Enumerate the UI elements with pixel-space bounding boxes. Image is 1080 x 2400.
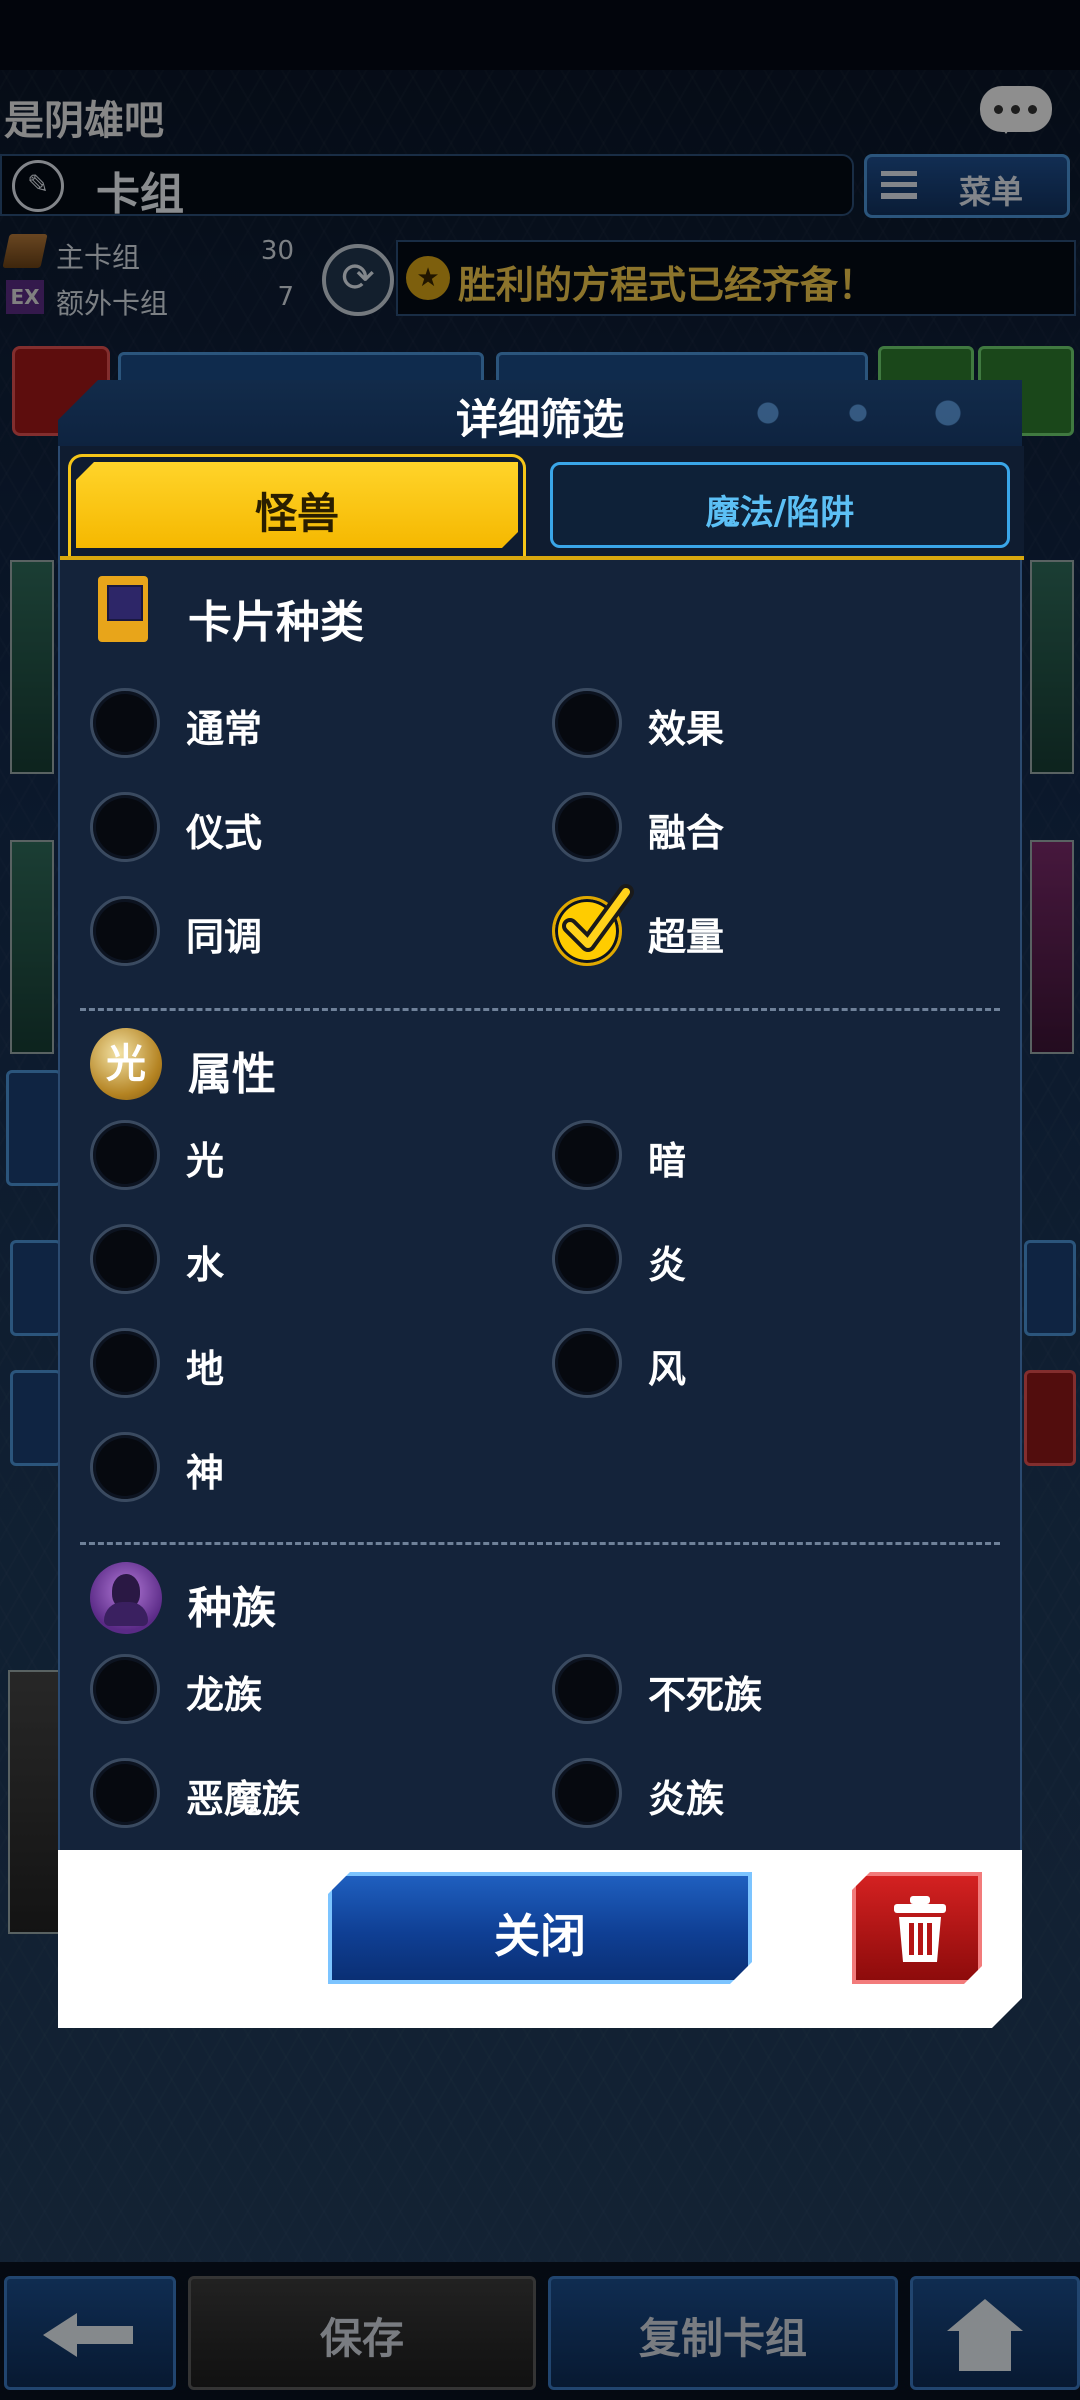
radio-wind[interactable] — [552, 1328, 622, 1398]
option-synchro-label: 同调 — [186, 915, 263, 959]
radio-zombie[interactable] — [552, 1654, 622, 1724]
option-ritual-label: 仪式 — [186, 811, 263, 855]
option-earth[interactable]: 地 — [90, 1326, 490, 1406]
close-button[interactable]: 关闭 — [328, 1872, 752, 1984]
dialog-title: 详细筛选 — [455, 395, 624, 444]
radio-water[interactable] — [90, 1224, 160, 1294]
dialog-body: 怪兽 魔法/陷阱 卡片种类 通常 效果 仪式 融合 同调 超量 光 属性 光 暗… — [58, 446, 1024, 1850]
option-ritual[interactable]: 仪式 — [90, 790, 490, 870]
tab-monster[interactable]: 怪兽 — [76, 462, 518, 548]
option-dark-label: 暗 — [648, 1139, 687, 1183]
option-pyro-label: 炎族 — [648, 1777, 725, 1821]
option-effect[interactable]: 效果 — [552, 686, 952, 766]
trash-icon — [894, 1896, 946, 1962]
clear-filter-button[interactable] — [852, 1872, 982, 1984]
radio-normal[interactable] — [90, 688, 160, 758]
option-fiend-label: 恶魔族 — [186, 1777, 301, 1821]
option-zombie[interactable]: 不死族 — [552, 1652, 952, 1732]
radio-fiend[interactable] — [90, 1758, 160, 1828]
detail-filter-dialog: 详细筛选 怪兽 魔法/陷阱 卡片种类 通常 效果 仪式 融合 同调 超量 光 属… — [58, 380, 1024, 2028]
tab-spell-trap-label: 魔法/陷阱 — [705, 493, 855, 533]
option-pyro[interactable]: 炎族 — [552, 1756, 952, 1836]
option-wind[interactable]: 风 — [552, 1326, 952, 1406]
tab-monster-label: 怪兽 — [254, 489, 339, 538]
section-divider — [80, 1008, 1000, 1011]
radio-pyro[interactable] — [552, 1758, 622, 1828]
dialog-header: 详细筛选 — [58, 380, 1022, 446]
option-synchro[interactable]: 同调 — [90, 894, 490, 974]
radio-light[interactable] — [90, 1120, 160, 1190]
radio-ritual[interactable] — [90, 792, 160, 862]
radio-fusion[interactable] — [552, 792, 622, 862]
section-race-title: 种族 — [188, 1583, 276, 1634]
option-xyz-label: 超量 — [648, 915, 725, 959]
radio-earth[interactable] — [90, 1328, 160, 1398]
option-normal-label: 通常 — [186, 707, 263, 751]
option-divine-label: 神 — [186, 1451, 225, 1495]
option-fusion[interactable]: 融合 — [552, 790, 952, 870]
radio-effect[interactable] — [552, 688, 622, 758]
option-light-label: 光 — [186, 1139, 225, 1183]
radio-divine[interactable] — [90, 1432, 160, 1502]
section-card-type-title: 卡片种类 — [188, 597, 364, 648]
tab-spell-trap[interactable]: 魔法/陷阱 — [550, 462, 1010, 548]
option-dragon[interactable]: 龙族 — [90, 1652, 490, 1732]
option-fusion-label: 融合 — [648, 811, 725, 855]
light-attribute-icon: 光 — [90, 1028, 162, 1100]
tab-bar: 怪兽 魔法/陷阱 — [60, 446, 1024, 560]
option-dragon-label: 龙族 — [186, 1673, 263, 1717]
option-light[interactable]: 光 — [90, 1118, 490, 1198]
radio-synchro[interactable] — [90, 896, 160, 966]
option-normal[interactable]: 通常 — [90, 686, 490, 766]
option-water-label: 水 — [186, 1243, 225, 1287]
option-fiend[interactable]: 恶魔族 — [90, 1756, 490, 1836]
option-water[interactable]: 水 — [90, 1222, 490, 1302]
radio-fire[interactable] — [552, 1224, 622, 1294]
close-button-label: 关闭 — [494, 1909, 586, 1963]
option-effect-label: 效果 — [648, 707, 725, 751]
card-type-icon — [98, 576, 148, 642]
option-fire[interactable]: 炎 — [552, 1222, 952, 1302]
radio-dragon[interactable] — [90, 1654, 160, 1724]
section-divider — [80, 1542, 1000, 1545]
option-xyz[interactable]: 超量 — [552, 884, 952, 974]
option-wind-label: 风 — [648, 1347, 687, 1391]
option-divine[interactable]: 神 — [90, 1430, 490, 1510]
checkmark-icon — [562, 884, 634, 952]
option-zombie-label: 不死族 — [648, 1673, 763, 1717]
option-earth-label: 地 — [186, 1347, 225, 1391]
section-attribute-title: 属性 — [188, 1049, 276, 1100]
spellcaster-race-icon — [90, 1562, 162, 1634]
radio-dark[interactable] — [552, 1120, 622, 1190]
option-dark[interactable]: 暗 — [552, 1118, 952, 1198]
option-fire-label: 炎 — [648, 1243, 687, 1287]
